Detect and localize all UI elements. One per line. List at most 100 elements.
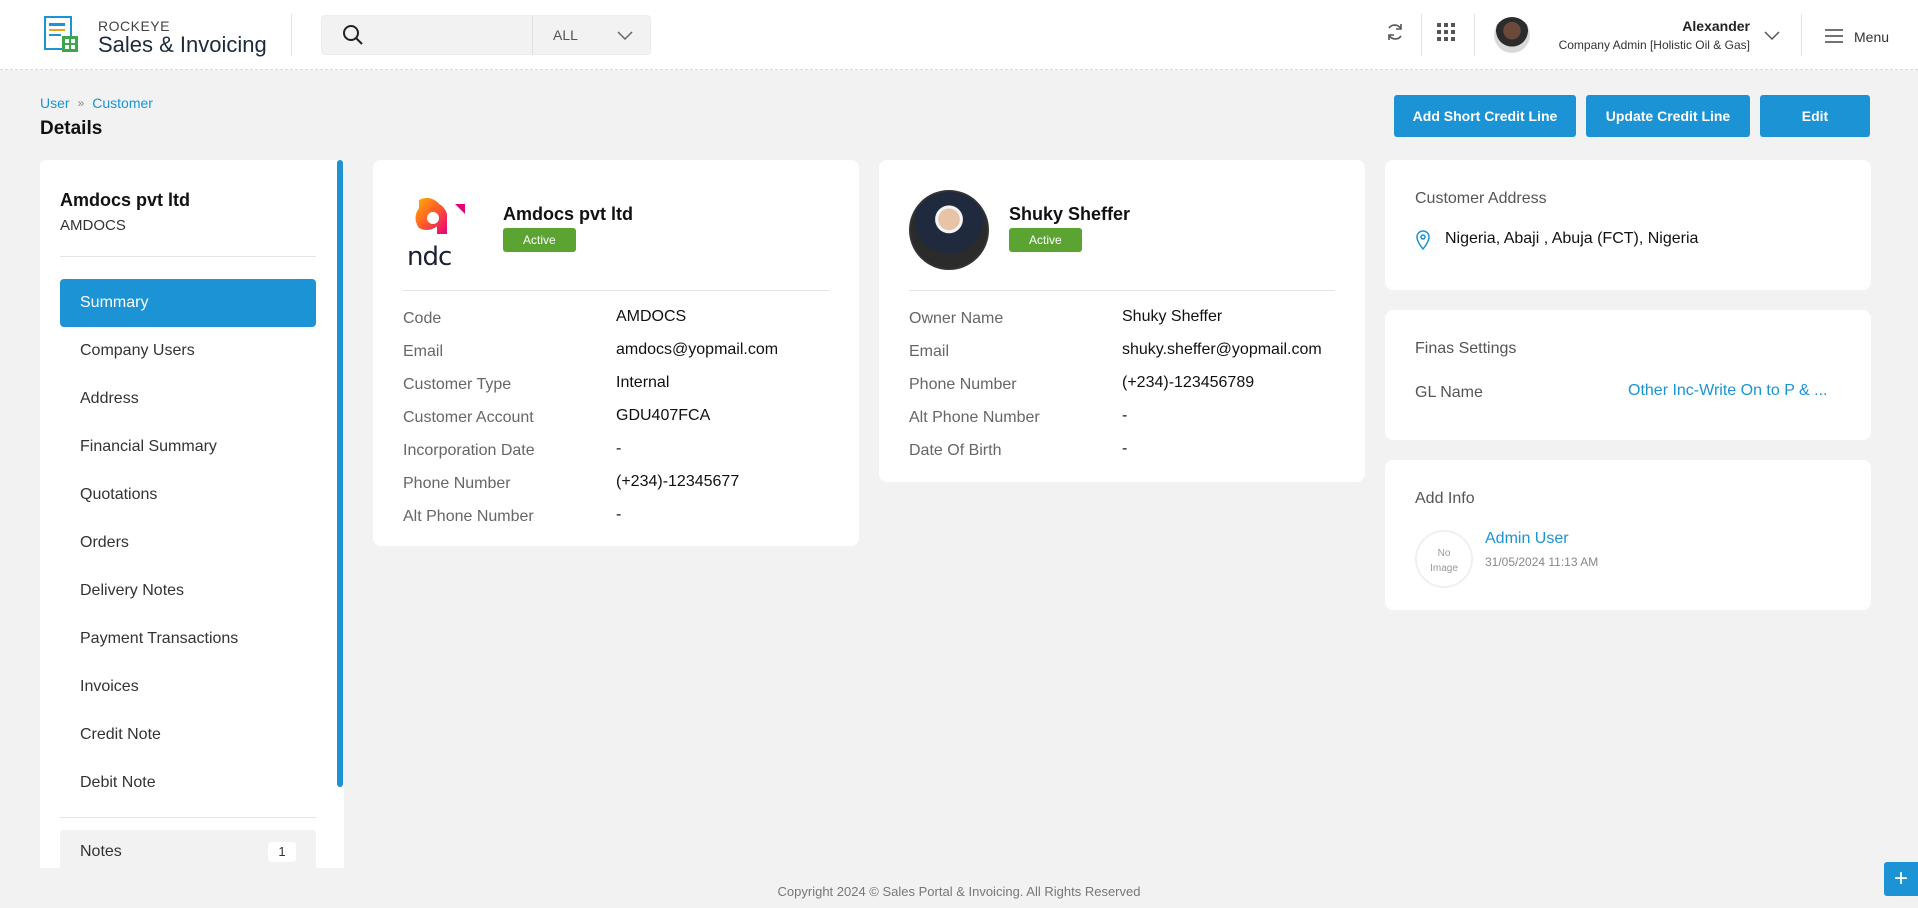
field-value: Internal bbox=[616, 374, 670, 391]
user-name[interactable]: Alexander bbox=[1682, 18, 1750, 34]
sidebar-item-payment-transactions[interactable]: Payment Transactions bbox=[60, 615, 316, 663]
field-label: Date Of Birth bbox=[909, 442, 1002, 459]
location-pin-icon bbox=[1416, 230, 1430, 250]
refresh-icon[interactable] bbox=[1385, 22, 1405, 42]
search-scope-label: ALL bbox=[553, 27, 578, 43]
apps-grid-icon[interactable] bbox=[1436, 22, 1456, 42]
search-box: ALL bbox=[321, 15, 651, 55]
hamburger-menu-icon[interactable] bbox=[1824, 28, 1844, 44]
sidebar-customer-name: Amdocs pvt ltd bbox=[60, 190, 191, 210]
breadcrumb: User » Customer bbox=[40, 95, 153, 111]
field-value: AMDOCS bbox=[616, 308, 687, 325]
sidebar-item-credit-note[interactable]: Credit Note bbox=[60, 711, 316, 759]
sidebar-scrollbar[interactable] bbox=[337, 160, 343, 787]
field-value: Shuky Sheffer bbox=[1122, 308, 1223, 325]
field-label: Alt Phone Number bbox=[909, 409, 1040, 426]
breadcrumb-user[interactable]: User bbox=[40, 95, 70, 111]
sidebar-item-debit-note[interactable]: Debit Note bbox=[60, 759, 316, 807]
user-avatar[interactable] bbox=[1494, 17, 1530, 53]
field-label: Owner Name bbox=[909, 310, 1004, 327]
address-card-title: Customer Address bbox=[1415, 190, 1547, 207]
chevron-down-icon bbox=[617, 31, 633, 41]
amdocs-logo-text: ndc bbox=[407, 242, 452, 272]
field-label: Alt Phone Number bbox=[403, 508, 534, 525]
card-divider bbox=[403, 290, 829, 291]
owner-status-badge: Active bbox=[1009, 228, 1082, 252]
add-info-card: Add Info No Image Admin User 31/05/2024 … bbox=[1385, 460, 1871, 610]
field-value: - bbox=[616, 440, 622, 457]
company-card: ndc Amdocs pvt ltd Active Code AMDOCS Ema… bbox=[373, 160, 859, 546]
field-label: Phone Number bbox=[909, 376, 1017, 393]
field-label: Incorporation Date bbox=[403, 442, 535, 459]
customer-address-card: Customer Address Nigeria, Abaji , Abuja … bbox=[1385, 160, 1871, 290]
sidebar-divider bbox=[60, 817, 316, 818]
footer-copyright: Copyright 2024 © Sales Portal & Invoicin… bbox=[777, 884, 1141, 899]
notes-label: Notes bbox=[80, 843, 122, 860]
search-scope-select[interactable]: ALL bbox=[532, 16, 652, 54]
field-label: Email bbox=[909, 343, 950, 360]
company-name: Amdocs pvt ltd bbox=[503, 204, 634, 224]
breadcrumb-customer[interactable]: Customer bbox=[92, 95, 153, 111]
field-value: amdocs@yopmail.com bbox=[616, 341, 779, 358]
plus-icon: + bbox=[1893, 865, 1908, 892]
invoice-logo-icon[interactable] bbox=[44, 16, 80, 54]
sidebar-item-orders[interactable]: Orders bbox=[60, 519, 316, 567]
add-short-credit-line-button[interactable]: Add Short Credit Line bbox=[1394, 95, 1576, 137]
field-value: shuky.sheffer@yopmail.com bbox=[1122, 341, 1322, 358]
finas-card-title: Finas Settings bbox=[1415, 340, 1517, 357]
top-header: ROCKEYE Sales & Invoicing ALL Alexander … bbox=[0, 0, 1918, 70]
sidebar-item-invoices[interactable]: Invoices bbox=[60, 663, 316, 711]
update-credit-line-button[interactable]: Update Credit Line bbox=[1586, 95, 1750, 137]
sidebar-customer-code: AMDOCS bbox=[60, 217, 126, 234]
field-value: - bbox=[616, 506, 622, 523]
field-value: - bbox=[1122, 407, 1128, 424]
add-floating-button[interactable]: + bbox=[1884, 862, 1918, 896]
chevron-down-icon[interactable] bbox=[1762, 26, 1782, 46]
no-image-avatar: No Image bbox=[1415, 530, 1473, 588]
brand-name: Sales & Invoicing bbox=[98, 32, 267, 57]
sidebar-item-financial-summary[interactable]: Financial Summary bbox=[60, 423, 316, 471]
owner-name: Shuky Sheffer bbox=[1009, 204, 1131, 224]
field-value: (+234)-123456789 bbox=[1122, 374, 1255, 391]
menu-label[interactable]: Menu bbox=[1854, 29, 1889, 45]
customer-sidebar: Amdocs pvt ltd AMDOCS Summary Company Us… bbox=[40, 160, 344, 868]
header-divider bbox=[291, 14, 292, 56]
search-icon[interactable] bbox=[342, 24, 364, 46]
field-label: Phone Number bbox=[403, 475, 511, 492]
sidebar-divider bbox=[60, 256, 316, 257]
created-by-user-link[interactable]: Admin User bbox=[1485, 530, 1569, 548]
sidebar-item-address[interactable]: Address bbox=[60, 375, 316, 423]
field-value: GDU407FCA bbox=[616, 407, 711, 424]
header-divider bbox=[1421, 14, 1422, 56]
sidebar-item-delivery-notes[interactable]: Delivery Notes bbox=[60, 567, 316, 615]
user-role: Company Admin [Holistic Oil & Gas] bbox=[1558, 38, 1750, 52]
sidebar-item-summary[interactable]: Summary bbox=[60, 279, 316, 327]
no-image-line2: Image bbox=[1430, 563, 1458, 574]
field-label: Code bbox=[403, 310, 442, 327]
edit-button[interactable]: Edit bbox=[1760, 95, 1870, 137]
sidebar-item-company-users[interactable]: Company Users bbox=[60, 327, 316, 375]
notes-count-badge: 1 bbox=[268, 842, 296, 862]
owner-photo bbox=[909, 190, 989, 270]
field-label: Customer Type bbox=[403, 376, 512, 393]
sidebar-item-quotations[interactable]: Quotations bbox=[60, 471, 316, 519]
field-value: - bbox=[1122, 440, 1128, 457]
gl-name-label: GL Name bbox=[1415, 384, 1483, 401]
header-divider bbox=[1801, 14, 1802, 56]
gl-name-value[interactable]: Other Inc-Write On to P & ... bbox=[1628, 382, 1827, 400]
finas-settings-card: Finas Settings GL Name Other Inc-Write O… bbox=[1385, 310, 1871, 440]
field-value: (+234)-12345677 bbox=[616, 473, 740, 490]
company-status-badge: Active bbox=[503, 228, 576, 252]
breadcrumb-separator-icon: » bbox=[77, 96, 85, 110]
sidebar-item-notes[interactable]: Notes 1 bbox=[60, 830, 316, 868]
created-timestamp: 31/05/2024 11:13 AM bbox=[1485, 555, 1599, 569]
header-divider bbox=[1474, 14, 1475, 56]
customer-address: Nigeria, Abaji , Abuja (FCT), Nigeria bbox=[1445, 230, 1699, 247]
card-divider bbox=[909, 290, 1335, 291]
no-image-line1: No bbox=[1437, 548, 1451, 559]
add-info-card-title: Add Info bbox=[1415, 490, 1475, 507]
field-label: Customer Account bbox=[403, 409, 534, 426]
owner-card: Shuky Sheffer Active Owner Name Shuky She… bbox=[879, 160, 1365, 482]
page-title: Details bbox=[40, 118, 103, 139]
field-label: Email bbox=[403, 343, 444, 360]
